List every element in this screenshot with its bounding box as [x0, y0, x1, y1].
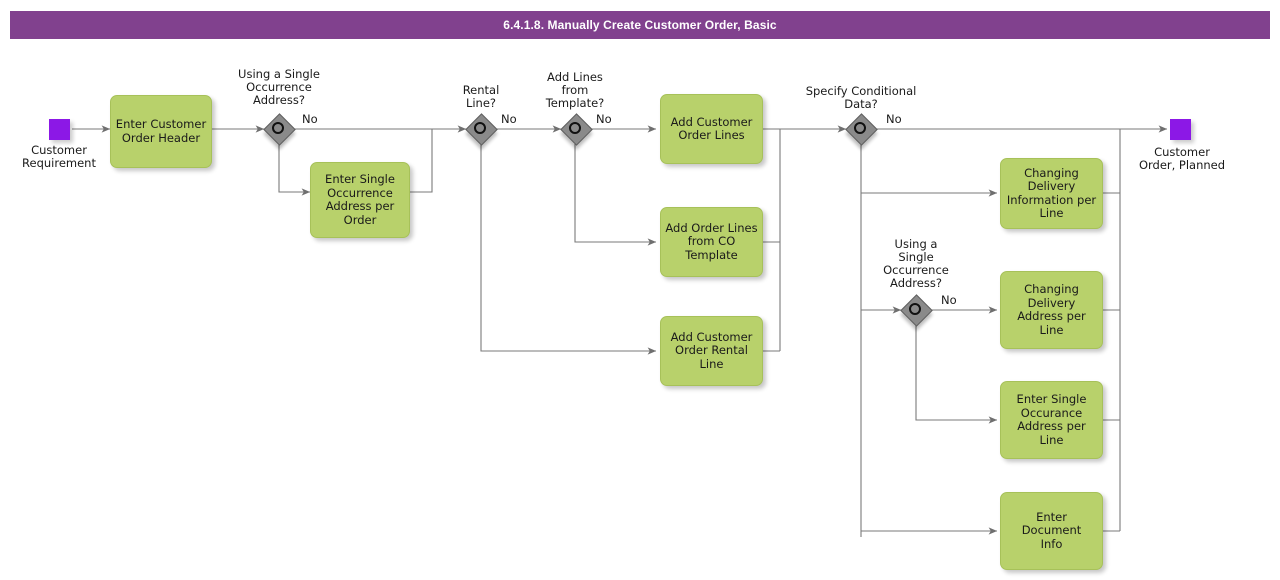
- gateway-label-specify-conditional-data: Specify Conditional Data?: [805, 84, 917, 111]
- task-label: Changing Delivery Information per Line: [1006, 165, 1097, 220]
- inclusive-gateway-circle-icon: [474, 122, 486, 134]
- end-event-customer-order-planned[interactable]: [1170, 119, 1191, 140]
- task-label: Enter Customer Order Header: [115, 117, 207, 145]
- task-label: Add Order Lines from CO Template: [665, 220, 758, 262]
- start-event-label: Customer Requirement: [22, 143, 96, 170]
- page-title: 6.4.1.8. Manually Create Customer Order,…: [503, 18, 777, 32]
- task-enter-single-occurrence-address-per-order[interactable]: Enter Single Occurrence Address per Orde…: [310, 162, 410, 238]
- inclusive-gateway-circle-icon: [569, 122, 581, 134]
- inclusive-gateway-circle-icon: [909, 303, 921, 315]
- flow-label-no-rental-line: No: [501, 112, 517, 126]
- gateway-label-add-lines-from-template: Add Lines from Template?: [545, 70, 605, 110]
- gateway-label-single-occurrence-order: Using a Single Occurrence Address?: [238, 67, 320, 107]
- inclusive-gateway-circle-icon: [272, 122, 284, 134]
- task-label: Add Customer Order Rental Line: [670, 329, 753, 371]
- task-add-customer-order-lines[interactable]: Add Customer Order Lines: [660, 94, 763, 164]
- diagram-title-bar: 6.4.1.8. Manually Create Customer Order,…: [10, 11, 1270, 39]
- task-enter-customer-order-header[interactable]: Enter Customer Order Header: [110, 95, 212, 168]
- flow-label-no-single-occurrence-line: No: [941, 293, 957, 307]
- inclusive-gateway-circle-icon: [854, 122, 866, 134]
- task-label: Enter Document Info: [1021, 509, 1082, 551]
- end-event-label: Customer Order, Planned: [1138, 145, 1226, 172]
- gateway-label-single-occurrence-line: Using a Single Occurrence Address?: [883, 237, 949, 290]
- flow-label-no-add-lines-from-template: No: [596, 112, 612, 126]
- task-label: Changing Delivery Address per Line: [1017, 282, 1086, 337]
- task-add-customer-order-rental-line[interactable]: Add Customer Order Rental Line: [660, 316, 763, 386]
- start-event-customer-requirement[interactable]: [49, 119, 70, 140]
- gateway-using-single-occurrence-address-line[interactable]: [900, 294, 933, 327]
- gateway-label-rental-line: Rental Line?: [462, 83, 500, 110]
- gateway-rental-line[interactable]: [465, 113, 498, 146]
- flow-label-no-specify-conditional-data: No: [886, 112, 902, 126]
- bpmn-diagram-canvas: 6.4.1.8. Manually Create Customer Order,…: [0, 0, 1280, 580]
- task-label: Enter Single Occurance Address per Line: [1016, 392, 1087, 447]
- gateway-using-single-occurrence-address-order[interactable]: [263, 113, 296, 146]
- task-enter-document-info[interactable]: Enter Document Info: [1000, 492, 1103, 570]
- task-changing-delivery-address-per-line[interactable]: Changing Delivery Address per Line: [1000, 271, 1103, 349]
- task-changing-delivery-information-per-line[interactable]: Changing Delivery Information per Line: [1000, 158, 1103, 229]
- flow-label-no-single-occurrence-order: No: [302, 112, 318, 126]
- task-enter-single-occurance-address-per-line[interactable]: Enter Single Occurance Address per Line: [1000, 381, 1103, 459]
- gateway-add-lines-from-template[interactable]: [560, 113, 593, 146]
- task-add-order-lines-from-co-template[interactable]: Add Order Lines from CO Template: [660, 207, 763, 277]
- gateway-specify-conditional-data[interactable]: [845, 113, 878, 146]
- task-label: Add Customer Order Lines: [670, 114, 753, 142]
- task-label: Enter Single Occurrence Address per Orde…: [325, 172, 395, 227]
